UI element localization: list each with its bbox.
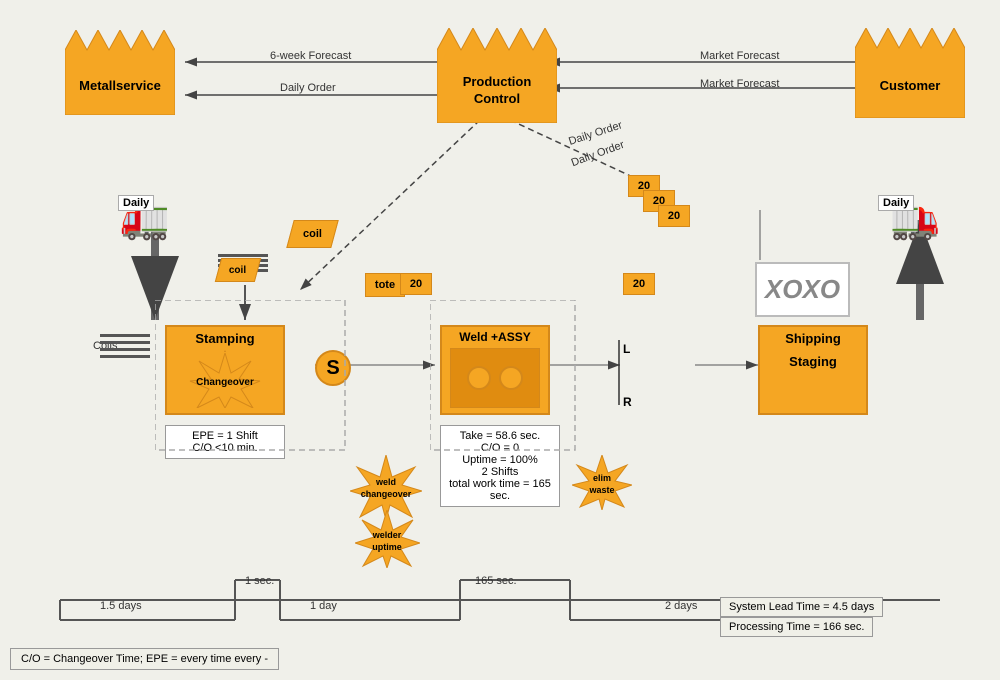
r-label: R (623, 395, 632, 409)
weld-assy-label: Weld +ASSY (459, 327, 530, 344)
svg-text:Changeover: Changeover (196, 377, 254, 388)
svg-text:Metallservice: Metallservice (79, 78, 161, 93)
coil-top-box: coil (286, 220, 339, 248)
production-control-svg: Production Control (437, 28, 557, 123)
stamping-label: Stamping (195, 327, 254, 346)
svg-text:elim: elim (593, 473, 611, 483)
processing-time-box: Processing Time = 166 sec. (720, 617, 873, 637)
elim-waste-burst: elim waste (572, 455, 632, 510)
svg-text:weld: weld (375, 477, 396, 487)
timeline-days-3: 2 days (665, 600, 697, 612)
batch-box-left: 20 (400, 273, 432, 295)
weld-assy-process-box: Weld +ASSY (440, 325, 550, 415)
svg-text:waste: waste (588, 485, 614, 495)
changeover-text: Changeover (175, 353, 275, 408)
svg-text:Customer: Customer (880, 78, 941, 93)
timeline-time-2: 165 sec. (475, 575, 517, 587)
system-lead-time-box: System Lead Time = 4.5 days (720, 597, 883, 617)
daily-order-left-label: Daily Order (280, 82, 336, 94)
l-label: L (623, 342, 630, 356)
shipping-process-box: Shipping Staging (758, 325, 868, 415)
daily-label-left: Daily (118, 195, 154, 211)
stamping-push-symbol: S (315, 350, 351, 386)
batch-box-right-1: 20 (623, 273, 655, 295)
weld-assy-info-box: Take = 58.6 sec. C/O = 0 Uptime = 100% 2… (440, 425, 560, 507)
forecast-6week-label: 6-week Forecast (270, 50, 351, 62)
shipping-label: Shipping (785, 327, 841, 346)
svg-text:welder: welder (372, 530, 402, 540)
svg-text:Control: Control (474, 91, 520, 106)
welder-uptime-burst: welder uptime (355, 510, 420, 568)
diagram: Daily Order (0, 0, 1000, 680)
daily-label-right: Daily (878, 195, 914, 211)
svg-text:Production: Production (463, 74, 532, 89)
timeline-days-2: 1 day (310, 600, 337, 612)
xoxo-box: XOXO (755, 262, 850, 317)
production-control-factory: Production Control (437, 28, 557, 123)
metallservice-svg: Metallservice (65, 30, 175, 115)
coil-left-box: coil (215, 258, 261, 282)
svg-text:changeover: changeover (361, 489, 412, 499)
batch-stack-3: 20 (658, 205, 690, 227)
customer-factory: Customer (855, 28, 965, 118)
staging-label: Staging (789, 354, 837, 369)
daily-order-right-label: Daily Order (570, 139, 626, 169)
metallservice-factory: Metallservice (65, 30, 175, 115)
timeline-time-1: 1 sec. (245, 575, 274, 587)
tote-box: tote (365, 273, 405, 297)
timeline-days-1: 1.5 days (100, 600, 142, 612)
market-forecast-1-label: Market Forecast (700, 50, 779, 62)
coil-inventory-lines (100, 330, 150, 362)
legend-box: C/O = Changeover Time; EPE = every time … (10, 648, 279, 670)
stamping-info-box: EPE = 1 Shift C/O <10 min. (165, 425, 285, 459)
svg-text:uptime: uptime (372, 542, 402, 552)
customer-svg: Customer (855, 28, 965, 118)
market-forecast-2-label: Market Forecast (700, 78, 779, 90)
